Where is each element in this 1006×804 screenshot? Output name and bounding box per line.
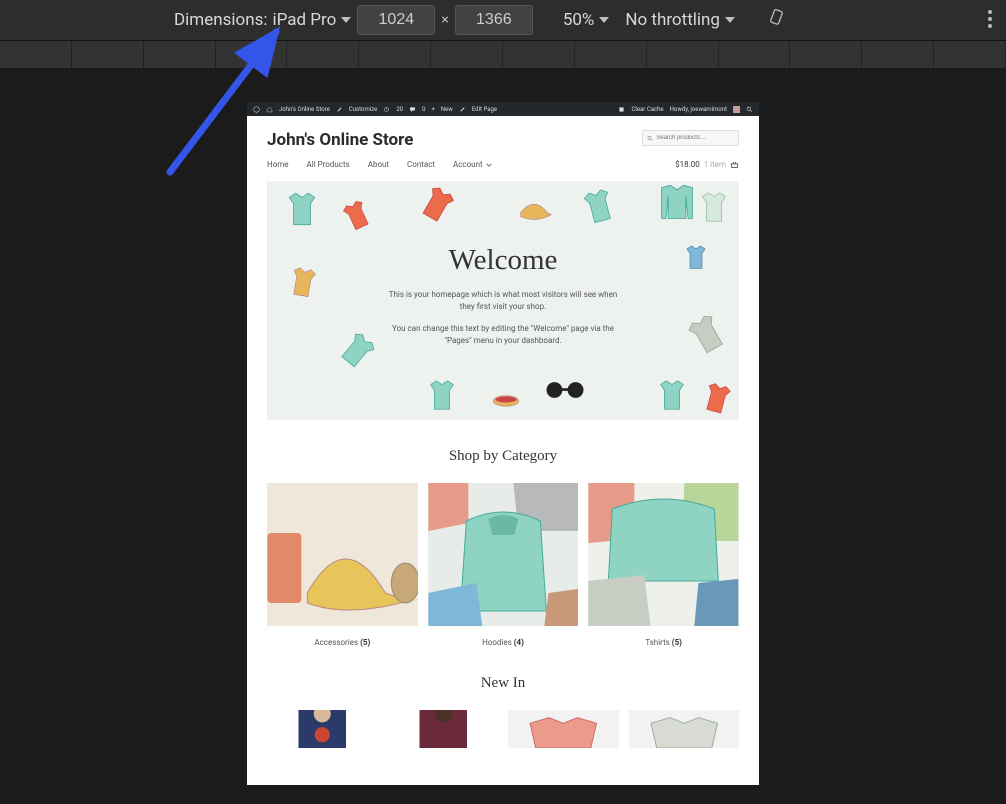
accessories-image bbox=[267, 483, 418, 626]
wp-clear-cache[interactable]: Clear Cache bbox=[631, 106, 663, 113]
site-title[interactable]: John's Online Store bbox=[267, 130, 413, 150]
tshirts-image bbox=[588, 483, 739, 626]
nav-about[interactable]: About bbox=[368, 160, 389, 169]
rotate-button[interactable] bbox=[767, 8, 787, 33]
brush-icon bbox=[336, 106, 343, 113]
category-name: Accessories bbox=[314, 638, 358, 647]
search-icon bbox=[647, 135, 653, 142]
hoodies-image bbox=[428, 483, 579, 626]
updates-icon bbox=[383, 106, 390, 113]
tshirt-icon bbox=[339, 199, 375, 233]
zoom-select[interactable]: 50% bbox=[563, 10, 610, 30]
viewport-area: John's Online Store Customize 20 0 + New… bbox=[0, 68, 1006, 804]
comment-icon bbox=[409, 106, 416, 113]
category-name: Hoodies bbox=[482, 638, 512, 647]
tshirt-icon bbox=[285, 265, 321, 301]
devtools-device-toolbar: Dimensions: iPad Pro × 50% No throttling bbox=[0, 0, 1006, 40]
cache-icon bbox=[618, 106, 625, 113]
product-card[interactable] bbox=[267, 710, 378, 748]
width-input[interactable] bbox=[357, 5, 435, 35]
home-icon bbox=[266, 106, 273, 113]
category-name: Tshirts bbox=[645, 638, 669, 647]
longsleeve-icon bbox=[655, 181, 699, 225]
category-count: (4) bbox=[514, 638, 524, 647]
category-card-hoodies[interactable]: Hoodies (4) bbox=[428, 483, 579, 647]
tshirt-icon bbox=[681, 243, 711, 273]
plus-icon: + bbox=[431, 106, 434, 113]
shop-by-category-section: Shop by Category Accessories (5) bbox=[267, 448, 739, 647]
tshirt-icon bbox=[337, 331, 377, 371]
site-header: John's Online Store bbox=[247, 116, 759, 150]
category-count: (5) bbox=[672, 638, 682, 647]
tshirt-icon bbox=[281, 189, 323, 231]
wp-site-name[interactable]: John's Online Store bbox=[279, 106, 330, 113]
product-image bbox=[508, 710, 619, 748]
device-frame: John's Online Store Customize 20 0 + New… bbox=[247, 102, 759, 785]
nav-contact[interactable]: Contact bbox=[407, 160, 435, 169]
nav-home[interactable]: Home bbox=[267, 160, 289, 169]
product-card[interactable] bbox=[508, 710, 619, 748]
sunglasses-icon bbox=[543, 379, 587, 401]
nav-all-products[interactable]: All Products bbox=[307, 160, 350, 169]
primary-nav: Home All Products About Contact Account … bbox=[247, 150, 759, 181]
category-card-accessories[interactable]: Accessories (5) bbox=[267, 483, 418, 647]
cart-items: 1 item bbox=[704, 160, 726, 169]
tshirt-icon bbox=[699, 381, 735, 417]
search-icon[interactable] bbox=[746, 106, 753, 113]
wordpress-icon bbox=[253, 106, 260, 113]
wp-customize[interactable]: Customize bbox=[349, 106, 377, 113]
product-card[interactable] bbox=[629, 710, 740, 748]
avatar[interactable] bbox=[733, 106, 740, 113]
section-heading: Shop by Category bbox=[267, 448, 739, 465]
ruler-strip bbox=[0, 40, 1006, 68]
new-in-section: New In bbox=[267, 675, 739, 748]
hero-text-2: You can change this text by editing the … bbox=[383, 323, 623, 347]
hotdog-icon bbox=[491, 393, 521, 409]
chevron-down-icon bbox=[486, 163, 492, 167]
wp-comments-count[interactable]: 0 bbox=[422, 106, 425, 113]
section-heading: New In bbox=[267, 675, 739, 692]
dimensions-group: Dimensions: iPad Pro × bbox=[174, 5, 533, 35]
hero-text-1: This is your homepage which is what most… bbox=[383, 289, 623, 313]
cap-icon bbox=[515, 193, 553, 223]
zoom-value: 50% bbox=[563, 10, 595, 30]
tshirt-icon bbox=[653, 377, 691, 415]
times-icon: × bbox=[441, 12, 448, 28]
nav-account[interactable]: Account bbox=[453, 160, 492, 169]
product-image bbox=[629, 710, 740, 748]
pencil-icon bbox=[459, 106, 466, 113]
basket-icon bbox=[730, 161, 739, 169]
chevron-down-icon bbox=[341, 17, 351, 23]
device-select[interactable]: Dimensions: iPad Pro bbox=[174, 10, 351, 30]
device-name: iPad Pro bbox=[272, 10, 336, 30]
tshirt-icon bbox=[695, 189, 733, 227]
wp-edit-page[interactable]: Edit Page bbox=[472, 106, 497, 113]
product-image bbox=[388, 710, 499, 748]
tshirt-icon bbox=[421, 377, 463, 415]
tshirt-icon bbox=[685, 313, 729, 357]
hero-banner: Welcome This is your homepage which is w… bbox=[267, 181, 739, 420]
tshirt-icon bbox=[417, 185, 457, 225]
product-image bbox=[267, 710, 378, 748]
chevron-down-icon bbox=[725, 17, 735, 23]
category-count: (5) bbox=[360, 638, 370, 647]
wp-new[interactable]: New bbox=[441, 106, 453, 113]
tshirt-icon bbox=[579, 187, 619, 227]
throttling-value: No throttling bbox=[625, 10, 720, 30]
cart-total: $18.00 bbox=[675, 160, 700, 169]
product-card[interactable] bbox=[388, 710, 499, 748]
chevron-down-icon bbox=[599, 17, 609, 23]
wp-updates-count[interactable]: 20 bbox=[396, 106, 403, 113]
header-cart[interactable]: $18.00 1 item bbox=[675, 160, 739, 169]
search-box[interactable] bbox=[642, 130, 739, 146]
wp-admin-bar[interactable]: John's Online Store Customize 20 0 + New… bbox=[247, 102, 759, 116]
search-input[interactable] bbox=[656, 135, 734, 141]
hero-title: Welcome bbox=[449, 244, 558, 277]
more-options-button[interactable] bbox=[988, 10, 992, 28]
category-card-tshirts[interactable]: Tshirts (5) bbox=[588, 483, 739, 647]
throttling-select[interactable]: No throttling bbox=[625, 10, 735, 30]
height-input[interactable] bbox=[455, 5, 533, 35]
wp-howdy[interactable]: Howdy, joewarnimont bbox=[670, 106, 727, 113]
dimensions-label: Dimensions: bbox=[174, 10, 267, 30]
